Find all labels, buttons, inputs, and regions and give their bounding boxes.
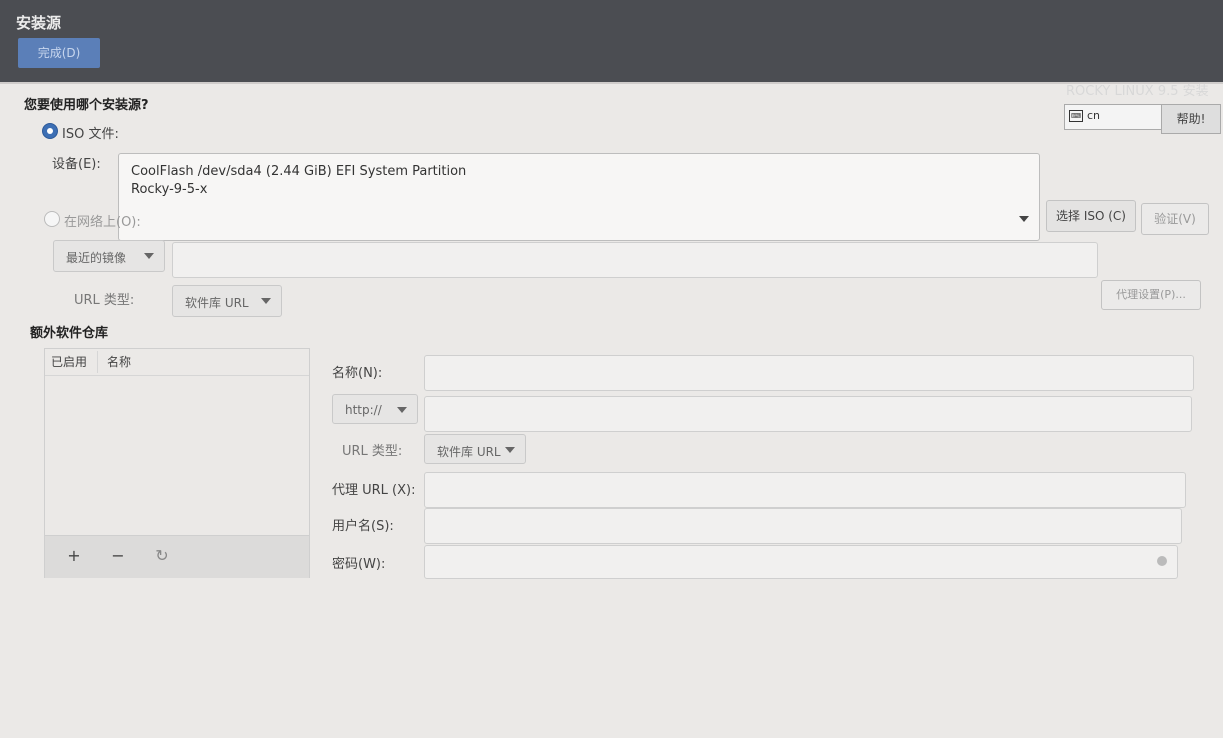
network-radio[interactable] bbox=[44, 211, 60, 227]
repo-list-toolbar: + − ↻ bbox=[45, 535, 309, 578]
repo-url-type-label: URL 类型: bbox=[342, 444, 403, 459]
repo-name-input[interactable] bbox=[424, 355, 1194, 391]
page-title: 安装源 bbox=[16, 14, 62, 32]
username-label: 用户名(S): bbox=[332, 519, 394, 534]
column-divider bbox=[97, 351, 98, 373]
proxy-settings-button[interactable]: 代理设置(P)... bbox=[1101, 280, 1201, 310]
mirror-dropdown-value: 最近的镜像 bbox=[66, 251, 127, 265]
repo-url-type-value: 软件库 URL bbox=[437, 445, 501, 459]
protocol-dropdown[interactable]: http:// bbox=[332, 394, 418, 424]
help-button[interactable]: 帮助! bbox=[1161, 104, 1221, 134]
keyboard-icon: ⌨ bbox=[1069, 110, 1083, 122]
device-volume-label: Rocky-9-5-x bbox=[131, 182, 208, 197]
password-input[interactable] bbox=[424, 545, 1178, 579]
keyboard-layout-indicator[interactable]: ⌨ cn bbox=[1064, 104, 1162, 130]
repo-url-input[interactable] bbox=[424, 396, 1192, 432]
chevron-down-icon bbox=[261, 298, 271, 304]
chevron-down-icon bbox=[505, 447, 515, 453]
verify-button[interactable]: 验证(V) bbox=[1141, 203, 1209, 235]
iso-radio[interactable] bbox=[42, 123, 58, 139]
device-label: 设备(E): bbox=[52, 157, 101, 172]
network-option-label: 在网络上(O): bbox=[64, 215, 141, 230]
device-name: CoolFlash /dev/sda4 (2.44 GiB) EFI Syste… bbox=[131, 164, 467, 179]
source-question: 您要使用哪个安装源? bbox=[24, 98, 149, 113]
add-repo-button[interactable]: + bbox=[59, 544, 89, 568]
chevron-down-icon bbox=[144, 253, 154, 259]
column-enabled[interactable]: 已启用 bbox=[51, 353, 87, 370]
chevron-down-icon bbox=[1019, 216, 1029, 222]
reveal-password-icon[interactable] bbox=[1157, 556, 1167, 566]
reset-repo-icon[interactable]: ↻ bbox=[147, 544, 177, 568]
url-type-dropdown[interactable]: 软件库 URL bbox=[172, 285, 282, 317]
remove-repo-button[interactable]: − bbox=[103, 544, 133, 568]
protocol-value: http:// bbox=[345, 403, 382, 417]
choose-iso-button[interactable]: 选择 ISO (C) bbox=[1046, 200, 1136, 232]
url-type-label: URL 类型: bbox=[74, 293, 135, 308]
proxy-url-input[interactable] bbox=[424, 472, 1186, 508]
mirror-dropdown[interactable]: 最近的镜像 bbox=[53, 240, 165, 272]
repo-url-type-dropdown[interactable]: 软件库 URL bbox=[424, 434, 526, 464]
username-input[interactable] bbox=[424, 508, 1182, 544]
keyboard-layout-value: cn bbox=[1087, 109, 1101, 122]
product-brand: ROCKY LINUX 9.5 安装 bbox=[1066, 84, 1209, 99]
network-url-input[interactable] bbox=[172, 242, 1098, 278]
column-name[interactable]: 名称 bbox=[107, 353, 131, 370]
proxy-url-label: 代理 URL (X): bbox=[332, 483, 416, 498]
repo-list-header: 已启用 名称 bbox=[45, 349, 309, 376]
extra-repos-title: 额外软件仓库 bbox=[30, 326, 109, 341]
done-button[interactable]: 完成(D) bbox=[18, 38, 100, 68]
device-combobox[interactable]: CoolFlash /dev/sda4 (2.44 GiB) EFI Syste… bbox=[118, 153, 1040, 241]
header-bar: 安装源 完成(D) bbox=[0, 0, 1223, 82]
url-type-value: 软件库 URL bbox=[185, 296, 249, 310]
iso-option-label: ISO 文件: bbox=[62, 127, 119, 142]
repo-list[interactable]: 已启用 名称 + − ↻ bbox=[44, 348, 310, 578]
password-label: 密码(W): bbox=[332, 557, 386, 572]
chevron-down-icon bbox=[397, 407, 407, 413]
repo-name-label: 名称(N): bbox=[332, 366, 383, 381]
